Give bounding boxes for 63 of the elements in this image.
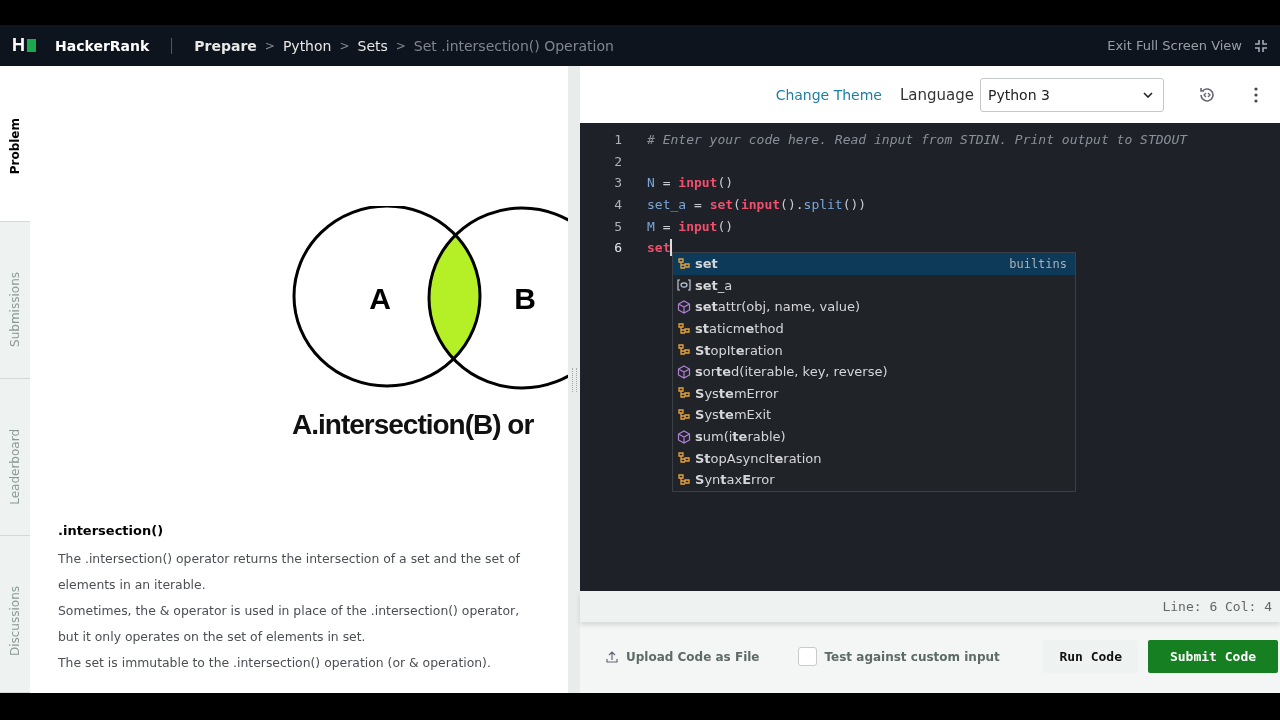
cube-icon [677, 429, 691, 444]
class-icon [677, 472, 691, 487]
checkbox[interactable] [797, 647, 817, 666]
suggestion-item[interactable]: sum(iterable) [673, 425, 1075, 448]
class-icon [677, 451, 691, 466]
suggestion-item[interactable]: SyntaxError [673, 468, 1075, 491]
language-label: Language [899, 85, 974, 104]
suggestion-item[interactable]: sorted(iterable, key, reverse) [673, 360, 1075, 383]
cube-icon [677, 300, 691, 314]
change-theme-link[interactable]: Change Theme [775, 86, 882, 103]
line-number: 5 [613, 218, 622, 234]
line-number: 4 [613, 197, 622, 213]
suggestion-item[interactable]: StopAsyncIteration [673, 447, 1075, 469]
code-line: set [647, 240, 671, 256]
class-icon [677, 321, 691, 336]
language-select[interactable]: Python 3 [980, 77, 1164, 112]
collapse-icon[interactable] [1254, 38, 1268, 53]
upload-icon [606, 650, 618, 663]
variable-icon [677, 278, 691, 293]
suggestion-item[interactable]: StopIteration [673, 339, 1075, 361]
upload-file-link[interactable]: Upload Code as File [606, 649, 760, 664]
logo[interactable]: H [12, 35, 36, 56]
class-icon [677, 407, 691, 422]
suggestion-item[interactable]: set builtins [673, 253, 1075, 275]
history-icon[interactable] [1198, 85, 1216, 104]
paragraph: The set is immutable to the .intersection() operation (or & operation). [58, 654, 492, 672]
suggestion-item[interactable]: staticmethod [673, 317, 1075, 340]
suggestion-item[interactable]: setattr(obj, name, value) [673, 296, 1075, 318]
side-tab[interactable]: Problem [0, 66, 30, 222]
suggestion-item[interactable]: set_a [673, 274, 1075, 297]
brand-name[interactable]: HackerRank [55, 37, 150, 54]
code-line: N = input() [647, 175, 734, 191]
run-code-button[interactable]: Run Code [1043, 640, 1138, 673]
breadcrumb-separator: > [395, 38, 406, 53]
line-number: 2 [613, 153, 622, 169]
line-number: 1 [613, 132, 622, 148]
code-line: # Enter your code here. Read input from STDIN. Print output to STDOUT [647, 132, 1188, 148]
suggestion-item[interactable]: SystemError [673, 382, 1075, 405]
submit-code-button[interactable]: Submit Code [1148, 640, 1278, 673]
suggestion-item[interactable]: SystemExit [673, 404, 1075, 426]
more-options-icon[interactable] [1254, 86, 1258, 103]
paragraph: Sometimes, the & operator is used in place of the .intersection() operator, but it only operates on the set of elements in set. [58, 602, 521, 646]
section-heading: .intersection() [58, 523, 165, 538]
class-icon [677, 256, 691, 271]
figure-caption: A.intersection(B) or [292, 409, 535, 441]
exit-fullscreen-link[interactable]: Exit Full Screen View [1107, 38, 1242, 53]
line-number: 6 [613, 240, 622, 256]
chevron-down-icon [1143, 91, 1153, 98]
breadcrumb-link[interactable]: Sets [357, 37, 388, 54]
class-icon [677, 343, 691, 358]
line-number: 3 [613, 175, 622, 191]
code-line: set_a = set(input().split()) [647, 197, 867, 213]
breadcrumb-separator: > [264, 38, 275, 53]
code-line: M = input() [647, 218, 734, 234]
breadcrumb-link[interactable]: Prepare [194, 37, 257, 54]
cube-icon [677, 364, 691, 379]
checkbox-label[interactable]: Test against custom input [824, 649, 1000, 664]
cursor-position: Line: 6 Col: 4 [580, 591, 1280, 622]
text-cursor [670, 239, 672, 257]
class-icon [677, 386, 691, 401]
breadcrumb-link[interactable]: Python [282, 37, 332, 54]
paragraph: The .intersection() operator returns the intersection of a set and the set of elements in an iterable. [58, 550, 521, 594]
breadcrumb-separator: > [339, 38, 350, 53]
